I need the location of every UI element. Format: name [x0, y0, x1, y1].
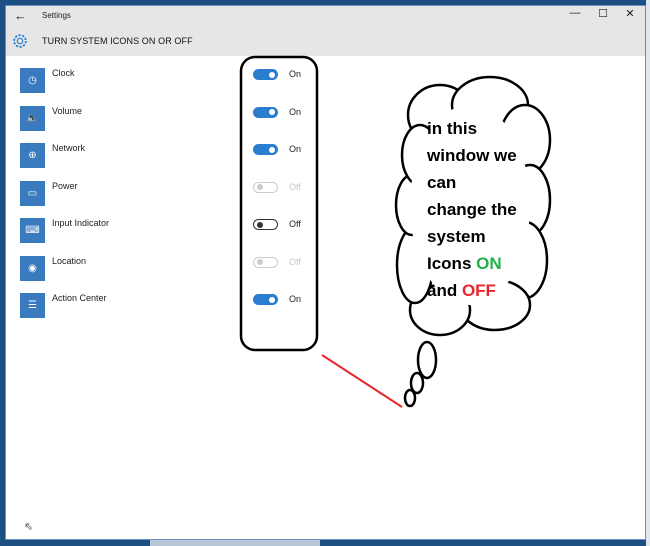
thought-bubbles: [403, 340, 438, 408]
annotation-line: Icons ON: [427, 250, 517, 277]
annotation-line: can: [427, 173, 457, 192]
annotation-line: system: [427, 227, 486, 246]
annotation-line: and OFF: [427, 277, 517, 304]
annotation-line: window we: [427, 146, 517, 165]
highlight-box: [239, 55, 319, 352]
annotation-word: Icons: [427, 254, 477, 273]
pointer-line: [321, 354, 403, 408]
annotation-line: in this: [427, 119, 478, 138]
annotation-off-word: OFF: [461, 281, 496, 300]
annotation-on-word: ON: [476, 254, 502, 273]
cloud-annotation-text: in this window we can change the system …: [427, 115, 517, 304]
annotation-word: and: [427, 281, 462, 300]
annotation-layer: [239, 55, 552, 408]
annotation-line: change the: [427, 200, 517, 219]
